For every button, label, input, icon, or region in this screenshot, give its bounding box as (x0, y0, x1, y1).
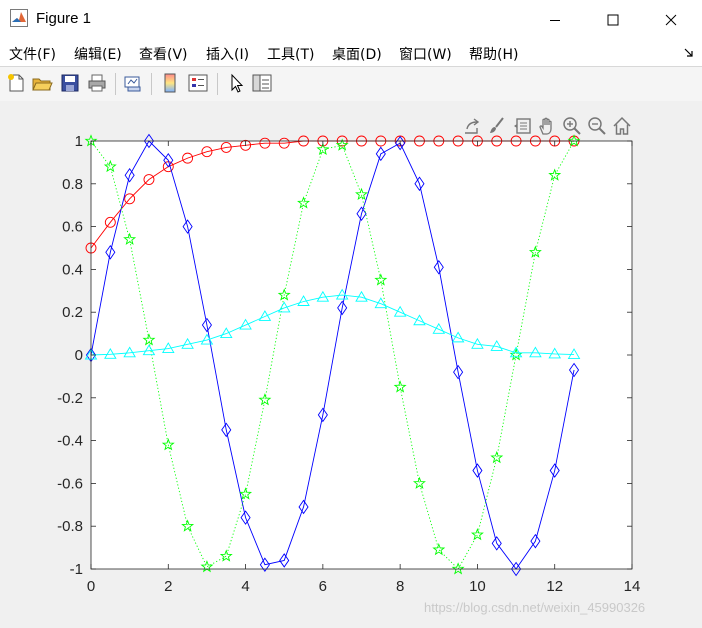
menu-file[interactable]: 文件(F) (9, 44, 56, 64)
pan-icon[interactable] (537, 116, 557, 136)
y-tick-label: 0.4 (62, 261, 83, 278)
zoom-out-icon[interactable] (587, 116, 607, 136)
link-plot-icon[interactable] (122, 72, 144, 94)
open-file-icon[interactable] (31, 72, 53, 94)
legend-icon[interactable] (187, 72, 209, 94)
menu-bar: 文件(F) 编辑(E) 查看(V) 插入(I) 工具(T) 桌面(D) 窗口(W… (0, 40, 702, 66)
home-icon[interactable] (612, 116, 632, 136)
toolbar-separator (217, 73, 218, 95)
x-tick-label: 0 (87, 578, 95, 595)
datatip-icon[interactable] (512, 116, 532, 136)
figure-canvas: 0 2 4 6 8 10 12 14 -1 -0.8 -0.6 -0.4 -0.2 0 0.2 0.4 0.6 0… (0, 101, 702, 628)
y-tick-label: -0.4 (57, 433, 83, 450)
x-tick-label: 12 (546, 578, 563, 595)
menu-view[interactable]: 查看(V) (139, 44, 188, 64)
x-tick-label: 10 (469, 578, 486, 595)
y-tick-label: 0.8 (62, 176, 83, 193)
new-figure-icon[interactable] (5, 72, 27, 94)
y-tick-label: -0.6 (57, 475, 83, 492)
maximize-icon (607, 14, 619, 26)
y-tick-label: 0 (75, 347, 83, 364)
menu-help[interactable]: 帮助(H) (469, 44, 518, 64)
pointer-icon[interactable] (225, 72, 247, 94)
y-tick-label: -0.8 (57, 518, 83, 535)
brush-icon[interactable] (487, 116, 507, 136)
x-tick-label: 14 (624, 578, 641, 595)
minimize-button[interactable] (528, 0, 582, 40)
menu-edit[interactable]: 编辑(E) (74, 44, 122, 64)
export-icon[interactable] (462, 116, 482, 136)
menu-desktop[interactable]: 桌面(D) (332, 44, 382, 64)
print-icon[interactable] (86, 72, 108, 94)
dock-arrow-icon[interactable] (684, 48, 694, 58)
colorbar-icon[interactable] (159, 72, 181, 94)
menu-insert[interactable]: 插入(I) (206, 44, 249, 64)
figure-toolbar (0, 66, 702, 102)
y-tick-label: 1 (75, 133, 83, 150)
save-icon[interactable] (59, 72, 81, 94)
property-editor-icon[interactable] (251, 72, 273, 94)
x-tick-label: 4 (241, 578, 249, 595)
y-tick-label: 0.2 (62, 304, 83, 321)
toolbar-separator (115, 73, 116, 95)
menu-window[interactable]: 窗口(W) (399, 44, 452, 64)
toolbar-separator (151, 73, 152, 95)
matlab-logo-icon (10, 9, 28, 27)
title-bar: Figure 1 (0, 0, 702, 40)
minimize-icon (550, 20, 560, 21)
watermark: https://blog.csdn.net/weixin_45990326 (424, 600, 646, 615)
x-tick-label: 2 (164, 578, 172, 595)
y-tick-label: -1 (70, 561, 83, 578)
window-title: Figure 1 (36, 10, 92, 27)
y-tick-label: 0.6 (62, 219, 83, 236)
zoom-in-icon[interactable] (562, 116, 582, 136)
line-chart[interactable]: 0 2 4 6 8 10 12 14 -1 -0.8 -0.6 -0.4 -0.2 0 0.2 0.4 0.6 0… (0, 101, 702, 628)
menu-tools[interactable]: 工具(T) (267, 44, 314, 64)
x-tick-label: 8 (396, 578, 404, 595)
maximize-button[interactable] (586, 0, 640, 40)
y-tick-label: -0.2 (57, 390, 83, 407)
close-button[interactable] (644, 0, 698, 40)
close-icon (665, 14, 677, 26)
x-tick-label: 6 (319, 578, 327, 595)
